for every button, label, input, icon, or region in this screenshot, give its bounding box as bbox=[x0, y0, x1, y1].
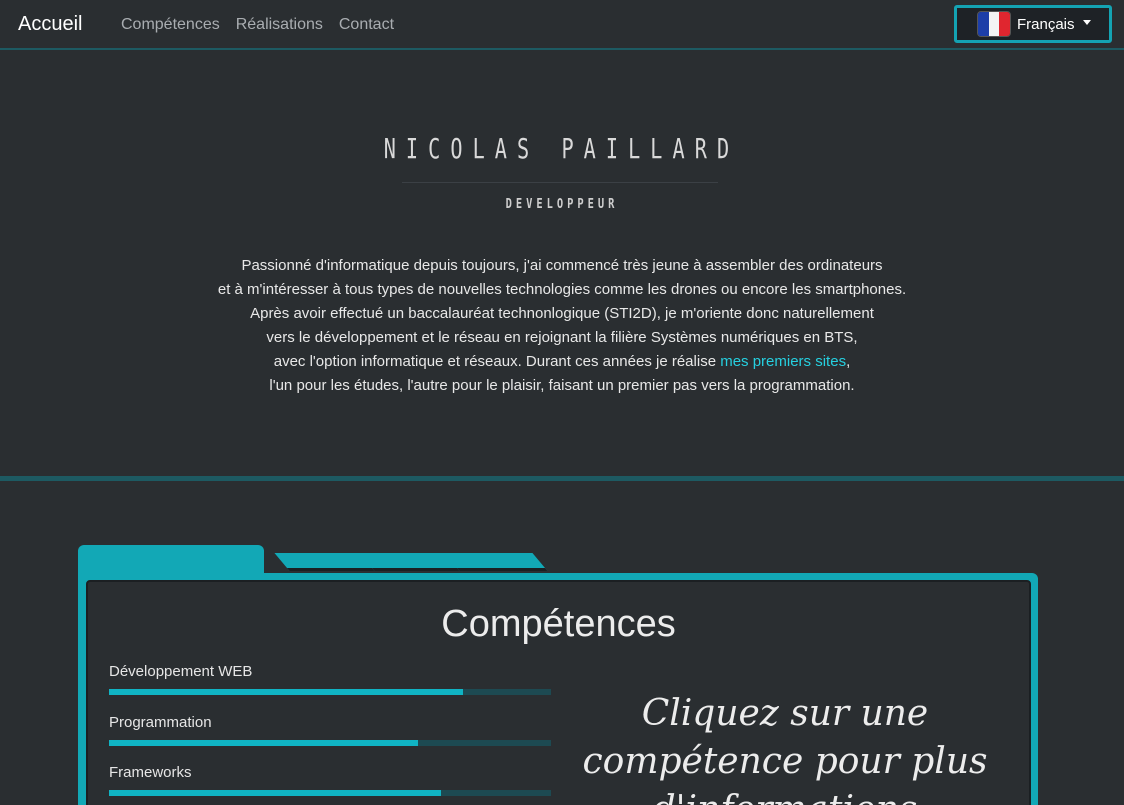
bio-text: avec l'option informatique et réseaux. D… bbox=[273, 353, 721, 370]
language-dropdown[interactable]: Français bbox=[954, 5, 1112, 43]
skill-label-programming[interactable]: Programmation bbox=[109, 714, 212, 731]
skill-bar-fill bbox=[109, 689, 463, 695]
bio-paragraph: Passionné d'informatique depuis toujours… bbox=[112, 254, 1012, 398]
skill-bar-web[interactable] bbox=[109, 689, 551, 695]
section-divider bbox=[0, 476, 1124, 481]
skill-label-web[interactable]: Développement WEB bbox=[109, 663, 252, 680]
bio-text: , bbox=[846, 353, 851, 370]
skill-bar-fill bbox=[109, 740, 419, 746]
bio-line: vers le développement et le réseau en re… bbox=[266, 329, 858, 346]
language-label: Français bbox=[1017, 15, 1075, 33]
caret-down-icon bbox=[1082, 20, 1091, 25]
skill-label-frameworks[interactable]: Frameworks bbox=[109, 764, 192, 781]
skills-title: Compétences bbox=[441, 603, 676, 645]
bio-line: et à m'intéresser à tous types de nouvel… bbox=[217, 281, 907, 298]
folder-mini-tab bbox=[444, 553, 548, 571]
brand-home-link[interactable]: Accueil bbox=[18, 13, 82, 36]
nav-links: Compétences Réalisations Contact bbox=[121, 16, 394, 34]
hero-divider bbox=[402, 182, 718, 183]
skill-bar-frameworks[interactable] bbox=[109, 790, 551, 796]
navbar: Accueil Compétences Réalisations Contact… bbox=[0, 0, 1124, 50]
nav-link-contact[interactable]: Contact bbox=[339, 16, 394, 34]
skill-bar-programming[interactable] bbox=[109, 740, 551, 746]
flag-france-icon bbox=[977, 11, 1011, 37]
nav-link-competences[interactable]: Compétences bbox=[121, 16, 220, 34]
bio-line: l'un pour les études, l'autre pour le pl… bbox=[269, 377, 855, 394]
skill-bar-fill bbox=[109, 790, 441, 796]
nav-link-realisations[interactable]: Réalisations bbox=[236, 16, 323, 34]
hero-name: NICOLAS PAILLARD bbox=[383, 132, 740, 165]
bio-line: avec l'option informatique et réseaux. D… bbox=[112, 350, 1012, 374]
hero-role: DEVELOPPEUR bbox=[505, 197, 619, 212]
first-sites-link[interactable]: mes premiers sites bbox=[720, 353, 846, 370]
bio-line: Passionné d'informatique depuis toujours… bbox=[241, 257, 883, 274]
bio-line: Après avoir effectué un baccalauréat tec… bbox=[250, 305, 874, 322]
skills-hint: Cliquez sur une compétence pour plus d'i… bbox=[582, 693, 988, 805]
